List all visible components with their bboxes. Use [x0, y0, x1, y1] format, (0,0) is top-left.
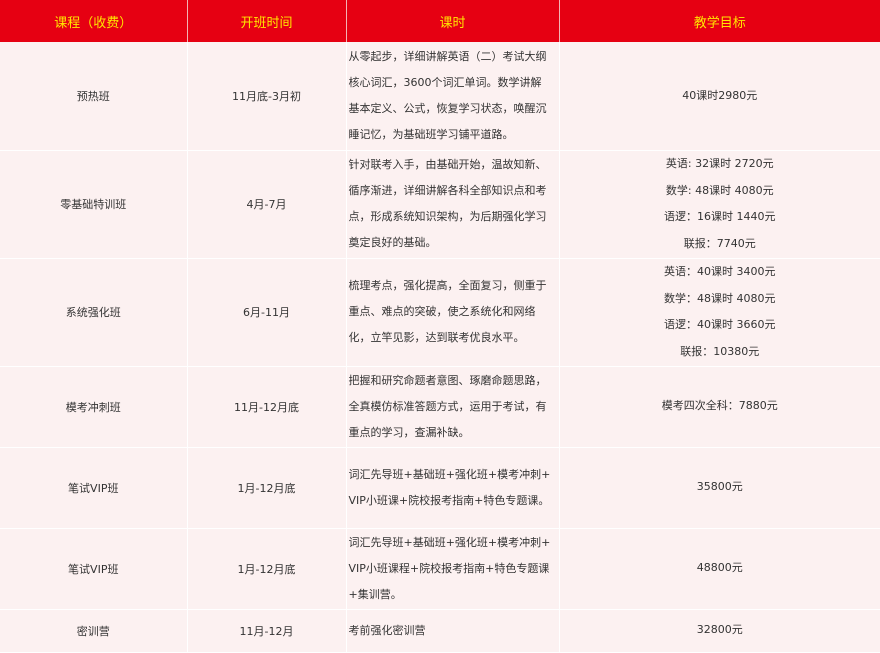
course-description: 梳理考点，强化提高，全面复习，侧重于重点、难点的突破，使之系统化和网络化，立竿见… [346, 258, 560, 367]
course-time: 11月底-3月初 [187, 42, 347, 151]
goal-line: 语逻：16课时 1440元 [664, 210, 776, 223]
table-row: 零基础特训班 4月-7月 针对联考入手，由基础开始，温故知新、循序渐进，详细讲解… [0, 150, 880, 259]
course-goal: 英语：40课时 3400元 数学：48课时 4080元 语逻：40课时 3660… [559, 258, 880, 367]
goal-line: 32800元 [696, 623, 743, 637]
course-name: 预热班 [0, 42, 188, 151]
goal-line: 英语: 32课时 2720元 [665, 157, 774, 170]
table-body: 预热班 11月底-3月初 从零起步，详细讲解英语（二）考试大纲核心词汇，3600… [0, 42, 880, 653]
goal-line: 48800元 [696, 561, 743, 575]
course-description: 针对联考入手，由基础开始，温故知新、循序渐进，详细讲解各科全部知识点和考点，形成… [346, 150, 560, 259]
course-description: 把握和研究命题者意图、琢磨命题思路，全真模仿标准答题方式，运用于考试，有重点的学… [346, 366, 560, 448]
course-name: 密训营 [0, 609, 188, 653]
table-row: 模考冲刺班 11月-12月底 把握和研究命题者意图、琢磨命题思路，全真模仿标准答… [0, 366, 880, 448]
course-name: 笔试VIP班 [0, 528, 188, 610]
table-header: 课程（收费） 开班时间 课时 教学目标 [0, 0, 880, 42]
course-description: 从零起步，详细讲解英语（二）考试大纲核心词汇，3600个词汇单词。数学讲解基本定… [346, 42, 560, 151]
header-time: 开班时间 [187, 0, 347, 42]
course-time: 4月-7月 [187, 150, 347, 259]
course-goal: 40课时2980元 [559, 42, 880, 151]
course-time: 1月-12月底 [187, 528, 347, 610]
goal-line: 语逻：40课时 3660元 [664, 318, 776, 331]
goal-line: 数学: 48课时 4080元 [665, 183, 774, 197]
goal-line: 35800元 [696, 480, 743, 494]
course-name: 零基础特训班 [0, 150, 188, 259]
table-row: 系统强化班 6月-11月 梳理考点，强化提高，全面复习，侧重于重点、难点的突破，… [0, 258, 880, 367]
goal-line: 联报：10380元 [680, 344, 760, 358]
goal-line: 联报：7740元 [683, 236, 756, 250]
course-table: 课程（收费） 开班时间 课时 教学目标 预热班 11月底-3月初 从零起步，详细… [0, 0, 880, 653]
table-row: 笔试VIP班 1月-12月底 词汇先导班+基础班+强化班+模考冲刺+VIP小班课… [0, 528, 880, 610]
goal-line: 英语：40课时 3400元 [664, 265, 776, 278]
table-row: 密训营 11月-12月 考前强化密训营 32800元 [0, 609, 880, 653]
course-goal: 35800元 [559, 447, 880, 529]
goal-line: 40课时2980元 [682, 88, 758, 102]
table-row: 预热班 11月底-3月初 从零起步，详细讲解英语（二）考试大纲核心词汇，3600… [0, 42, 880, 151]
header-hours: 课时 [346, 0, 560, 42]
course-time: 11月-12月 [187, 609, 347, 653]
course-description: 词汇先导班+基础班+强化班+模考冲刺+VIP小班课+院校报考指南+特色专题课。 [346, 447, 560, 529]
course-goal: 英语: 32课时 2720元 数学: 48课时 4080元 语逻：16课时 14… [559, 150, 880, 259]
header-row: 课程（收费） 开班时间 课时 教学目标 [0, 0, 880, 42]
course-time: 1月-12月底 [187, 447, 347, 529]
course-name: 系统强化班 [0, 258, 188, 367]
header-goal: 教学目标 [559, 0, 880, 42]
goal-line: 模考四次全科：7880元 [661, 399, 778, 413]
course-description: 考前强化密训营 [346, 609, 560, 653]
course-description: 词汇先导班+基础班+强化班+模考冲刺+VIP小班课程+院校报考指南+特色专题课+… [346, 528, 560, 610]
course-goal: 48800元 [559, 528, 880, 610]
goal-line: 数学：48课时 4080元 [664, 291, 776, 305]
course-name: 模考冲刺班 [0, 366, 188, 448]
course-goal: 模考四次全科：7880元 [559, 366, 880, 448]
course-name: 笔试VIP班 [0, 447, 188, 529]
table-row: 笔试VIP班 1月-12月底 词汇先导班+基础班+强化班+模考冲刺+VIP小班课… [0, 447, 880, 529]
header-course: 课程（收费） [0, 0, 188, 42]
course-goal: 32800元 [559, 609, 880, 653]
course-time: 6月-11月 [187, 258, 347, 367]
course-time: 11月-12月底 [187, 366, 347, 448]
